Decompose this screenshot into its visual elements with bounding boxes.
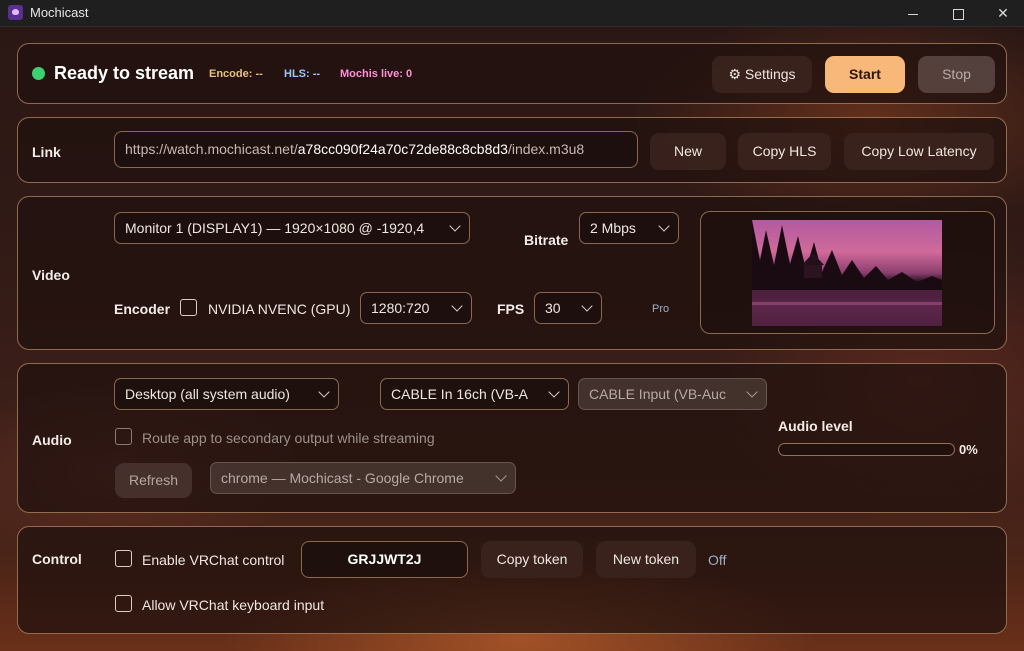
- chevron-down-icon: [451, 300, 463, 312]
- stop-button[interactable]: Stop: [918, 56, 995, 93]
- keyboard-input-label: Allow VRChat keyboard input: [142, 597, 325, 613]
- url-prefix: https://watch.mochicast.net/: [125, 141, 298, 157]
- copy-low-latency-button[interactable]: Copy Low Latency: [844, 133, 994, 170]
- secondary-output-value: CABLE Input (VB-Auc: [589, 386, 726, 402]
- bitrate-select[interactable]: 2 Mbps: [579, 212, 679, 244]
- close-icon[interactable]: ✕: [980, 0, 1024, 26]
- encoder-label: Encoder: [114, 301, 171, 317]
- route-app-label: Route app to secondary output while stre…: [142, 430, 435, 446]
- mochis-live-status: Mochis live: 0: [340, 68, 413, 80]
- audio-output-select[interactable]: CABLE In 16ch (VB-A: [380, 378, 569, 410]
- video-panel: Video Monitor 1 (DISPLAY1) — 1920×1080 @…: [17, 196, 1007, 350]
- audio-panel: Audio Desktop (all system audio) CABLE I…: [17, 363, 1007, 513]
- encode-status: Encode: --: [209, 68, 263, 80]
- enable-vrchat-label: Enable VRChat control: [142, 552, 285, 568]
- audio-output-value: CABLE In 16ch (VB-A: [391, 386, 528, 402]
- status-panel: Ready to stream Encode: -- HLS: -- Mochi…: [17, 43, 1007, 104]
- fps-select-value: 30: [545, 300, 561, 316]
- app-select[interactable]: chrome — Mochicast - Google Chrome: [210, 462, 516, 494]
- hls-status: HLS: --: [284, 68, 321, 80]
- copy-hls-button[interactable]: Copy HLS: [738, 133, 831, 170]
- resolution-select[interactable]: 1280:720: [360, 292, 472, 324]
- route-app-checkbox[interactable]: [115, 428, 132, 445]
- nvenc-label: NVIDIA NVENC (GPU): [208, 301, 351, 317]
- chevron-down-icon: [746, 386, 758, 398]
- chevron-down-icon: [318, 386, 330, 398]
- pro-label: Pro: [652, 303, 670, 315]
- chevron-down-icon: [581, 300, 593, 312]
- chevron-down-icon: [449, 220, 461, 232]
- audio-source-select[interactable]: Desktop (all system audio): [114, 378, 339, 410]
- title-bar: Mochicast ✕: [0, 0, 1024, 27]
- monitor-select-value: Monitor 1 (DISPLAY1) — 1920×1080 @ -1920…: [125, 220, 425, 236]
- secondary-output-select[interactable]: CABLE Input (VB-Auc: [578, 378, 767, 410]
- nvenc-checkbox[interactable]: [180, 299, 197, 316]
- bitrate-label: Bitrate: [524, 232, 569, 248]
- chevron-down-icon: [495, 470, 507, 482]
- fps-select[interactable]: 30: [534, 292, 602, 324]
- new-token-button[interactable]: New token: [596, 541, 696, 578]
- link-label: Link: [32, 144, 61, 160]
- resolution-select-value: 1280:720: [371, 300, 430, 316]
- audio-level-meter: [778, 443, 955, 456]
- fps-label: FPS: [497, 301, 525, 317]
- chevron-down-icon: [548, 386, 560, 398]
- status-indicator: [32, 67, 45, 80]
- enable-vrchat-checkbox[interactable]: [115, 550, 132, 567]
- stream-url-field[interactable]: https://watch.mochicast.net/a78cc090f24a…: [114, 131, 638, 168]
- refresh-button[interactable]: Refresh: [115, 463, 192, 498]
- token-field[interactable]: GRJJWT2J: [301, 541, 468, 578]
- window-title: Mochicast: [30, 5, 89, 20]
- audio-label: Audio: [32, 432, 72, 448]
- keyboard-input-checkbox[interactable]: [115, 595, 132, 612]
- video-preview-image: [752, 220, 942, 326]
- bitrate-select-value: 2 Mbps: [590, 220, 636, 236]
- link-panel: Link https://watch.mochicast.net/a78cc09…: [17, 117, 1007, 183]
- maximize-icon[interactable]: [935, 0, 981, 26]
- new-link-button[interactable]: New: [650, 133, 726, 170]
- audio-source-value: Desktop (all system audio): [125, 386, 290, 402]
- start-button[interactable]: Start: [825, 56, 905, 93]
- video-label: Video: [32, 267, 70, 283]
- mochi-logo-icon: [8, 5, 23, 20]
- control-label: Control: [32, 551, 82, 567]
- audio-level-label: Audio level: [778, 418, 853, 434]
- forest-silhouette: [752, 220, 942, 326]
- status-headline: Ready to stream: [54, 63, 195, 83]
- minimize-icon[interactable]: [890, 0, 936, 26]
- copy-token-button[interactable]: Copy token: [481, 541, 583, 578]
- url-suffix: /index.m3u8: [507, 141, 585, 157]
- audio-level-value: 0%: [959, 442, 978, 457]
- monitor-select[interactable]: Monitor 1 (DISPLAY1) — 1920×1080 @ -1920…: [114, 212, 470, 244]
- app-select-value: chrome — Mochicast - Google Chrome: [221, 470, 464, 486]
- control-panel: Control Enable VRChat control GRJJWT2J C…: [17, 526, 1007, 634]
- control-state-label: Off: [708, 552, 727, 568]
- chevron-down-icon: [658, 220, 670, 232]
- settings-button[interactable]: ⚙ Settings: [712, 56, 812, 93]
- url-token: a78cc090f24a70c72de88c8cb8d3: [297, 141, 508, 157]
